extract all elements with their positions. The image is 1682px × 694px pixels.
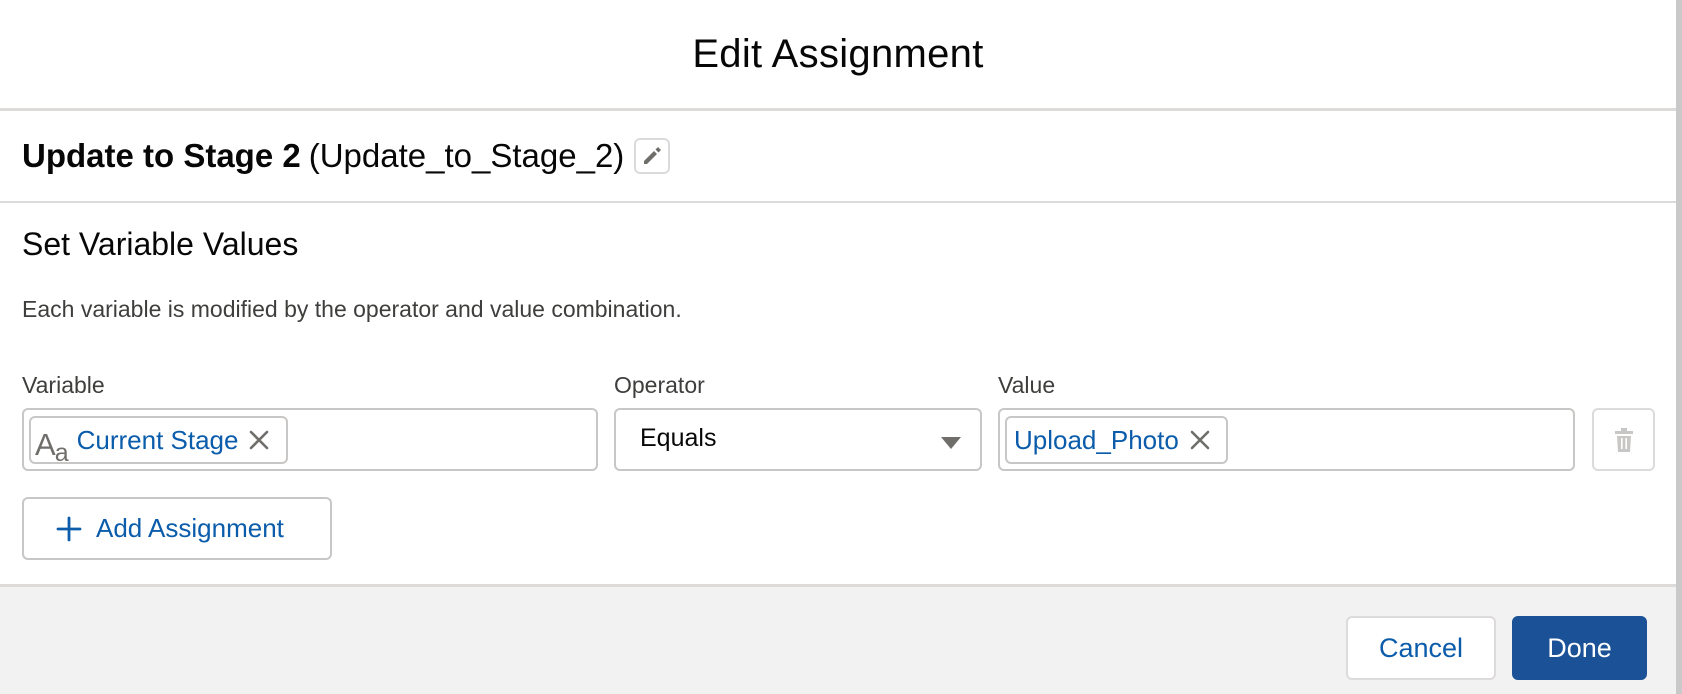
- trash-icon: [1614, 427, 1633, 452]
- delete-assignment-button[interactable]: [1592, 408, 1655, 471]
- edit-name-button[interactable]: [634, 138, 671, 174]
- scrollbar[interactable]: [1676, 0, 1682, 694]
- element-api-name: (Update_to_Stage_2): [308, 137, 625, 174]
- element-name-row: Update to Stage 2 (Update_to_Stage_2): [0, 111, 1676, 203]
- add-assignment-label: Add Assignment: [96, 513, 284, 543]
- add-assignment-button[interactable]: Add Assignment: [22, 497, 332, 560]
- close-icon: [250, 430, 269, 450]
- text-type-icon: Aa: [35, 427, 69, 467]
- operator-column-label: Operator: [614, 372, 705, 398]
- section-description: Each variable is modified by the operato…: [22, 296, 682, 322]
- pencil-icon: [644, 147, 662, 164]
- operator-selected-value: Equals: [640, 424, 717, 452]
- modal-title: Edit Assignment: [692, 31, 984, 76]
- variable-pill: Aa Current Stage: [29, 416, 288, 467]
- element-label-group: Update to Stage 2 (Update_to_Stage_2): [22, 137, 671, 175]
- done-button[interactable]: Done: [1512, 616, 1647, 680]
- section-title: Set Variable Values: [22, 226, 299, 262]
- remove-variable-button[interactable]: [248, 429, 270, 451]
- cancel-button[interactable]: Cancel: [1346, 616, 1496, 680]
- variable-field[interactable]: Aa Current Stage: [22, 408, 598, 471]
- chevron-down-icon: [941, 437, 961, 449]
- variable-column-label: Variable: [22, 372, 105, 398]
- close-icon: [1190, 430, 1210, 450]
- value-field[interactable]: Upload_Photo: [998, 408, 1575, 471]
- remove-value-button[interactable]: [1189, 429, 1211, 451]
- operator-select[interactable]: Equals: [614, 408, 982, 471]
- variable-pill-label: Current Stage: [76, 424, 239, 455]
- add-icon: [56, 516, 82, 542]
- value-column-label: Value: [998, 372, 1056, 398]
- value-pill: Upload_Photo: [1005, 416, 1228, 464]
- element-label: Update to Stage 2: [22, 137, 301, 174]
- modal-header: Edit Assignment: [0, 0, 1676, 111]
- value-pill-label: Upload_Photo: [1014, 424, 1179, 455]
- modal-footer: Cancel Done: [0, 584, 1676, 694]
- edit-assignment-modal: Edit Assignment Update to Stage 2 (Updat…: [0, 0, 1676, 694]
